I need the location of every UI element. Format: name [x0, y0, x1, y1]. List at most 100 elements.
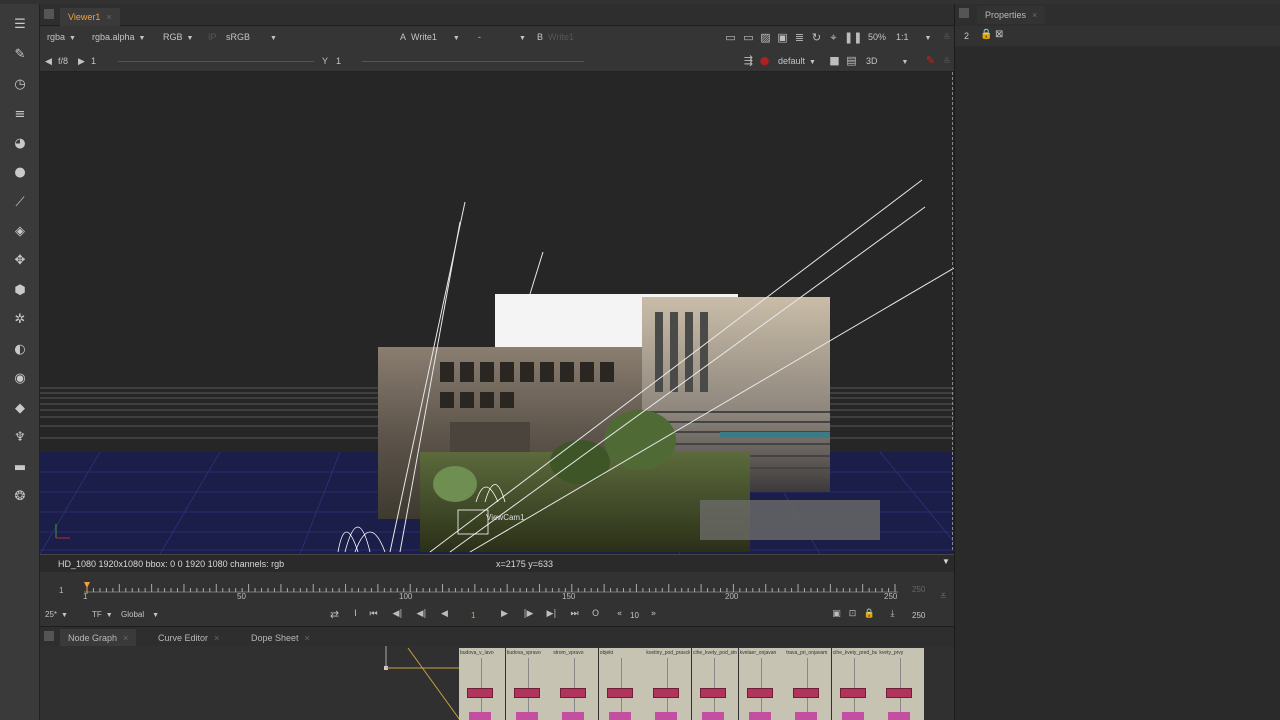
clear-properties-icon[interactable]: ⊠	[995, 29, 1003, 40]
node-backdrop[interactable]: trava_pri_onjavam	[785, 648, 832, 720]
alpha-dropdown[interactable]: rgba.alpha ▼	[92, 30, 145, 44]
node-backdrop[interactable]: kvetiny_pod_prasckoulka	[645, 648, 692, 720]
tab-dope-sheet[interactable]: Dope Sheet ×	[243, 629, 318, 647]
first-frame-icon[interactable]: ⏮	[367, 608, 380, 621]
draw-tool-icon[interactable]: ✎	[10, 44, 30, 64]
node-backdrop[interactable]: cihe_kvety_pod_stromami	[692, 648, 738, 720]
playhead-icon[interactable]	[84, 582, 90, 588]
node[interactable]	[702, 712, 724, 720]
gamma-value[interactable]: 1	[336, 54, 341, 68]
node[interactable]	[513, 688, 540, 698]
node[interactable]	[888, 712, 911, 720]
viewer-menu-icon[interactable]: ≚	[943, 30, 951, 44]
step-forward-icon[interactable]: »	[647, 608, 660, 621]
scope-dropdown[interactable]: Global ▼	[121, 608, 159, 622]
wipe-dropdown[interactable]: - ▼	[478, 30, 526, 44]
input-a-dropdown[interactable]: A Write1 ▼	[400, 30, 460, 44]
gain-slider[interactable]	[118, 58, 314, 62]
clip-warning-icon[interactable]: ●	[758, 54, 771, 67]
fstop-right-icon[interactable]: ▶	[78, 54, 85, 68]
viewer-canvas[interactable]: ViewCam1	[40, 72, 954, 554]
step-back-icon[interactable]: «	[613, 608, 626, 621]
3d-tool-icon[interactable]: ⬢	[10, 280, 30, 300]
filter-tool-icon[interactable]: ●	[10, 162, 30, 182]
other-tool-icon[interactable]: ▬	[10, 457, 30, 477]
node[interactable]	[748, 712, 771, 720]
frame-ruler[interactable]	[84, 580, 898, 594]
display-dropdown[interactable]: RGB ▼	[163, 30, 193, 44]
toolsets-tool-icon[interactable]: ♆	[10, 427, 30, 447]
node-graph[interactable]: budova_v_lavo budova_vpravo strom_vpravo ob…	[40, 646, 954, 720]
node-backdrop[interactable]: strom_vpravo	[552, 648, 599, 720]
node[interactable]	[886, 688, 913, 698]
prev-key-icon[interactable]: ◀|	[391, 608, 404, 621]
pane-menu-icon[interactable]	[44, 631, 54, 641]
image-tool-icon[interactable]: ☰	[10, 14, 30, 34]
node[interactable]	[746, 688, 773, 698]
record-icon[interactable]: ⊡	[846, 608, 859, 621]
close-icon[interactable]: ×	[123, 633, 128, 643]
timeline-expand-icon[interactable]: ≚	[940, 592, 947, 601]
node-backdrop[interactable]: cihe_kvety_pred_budovou	[831, 648, 878, 720]
next-key-icon[interactable]: ▶|	[545, 608, 558, 621]
ratio-dropdown[interactable]: 1:1 ▼	[896, 30, 931, 44]
play-icon[interactable]: ▶	[498, 608, 511, 621]
node[interactable]	[467, 688, 493, 698]
particles-tool-icon[interactable]: ✲	[10, 309, 30, 329]
colorspace-dropdown[interactable]: sRGB ▼	[226, 30, 277, 44]
tab-node-graph[interactable]: Node Graph ×	[60, 629, 137, 647]
node[interactable]	[560, 688, 587, 698]
node[interactable]	[841, 712, 864, 720]
transform-tool-icon[interactable]: ✥	[10, 250, 30, 270]
gamma-slider[interactable]	[362, 58, 584, 62]
node[interactable]	[608, 712, 631, 720]
input-b-dropdown[interactable]: B Write1	[537, 30, 574, 44]
close-icon[interactable]: ×	[305, 633, 310, 643]
pane-menu-icon[interactable]	[44, 9, 54, 19]
pane-menu-icon[interactable]	[959, 8, 969, 18]
info-expand-icon[interactable]: ▼	[942, 557, 950, 566]
end-frame[interactable]: 250	[912, 609, 925, 623]
max-panels[interactable]: 2	[964, 31, 969, 41]
node[interactable]	[515, 712, 538, 720]
list-icon[interactable]: ≣	[793, 31, 806, 44]
lock-properties-icon[interactable]: 🔒	[980, 29, 992, 40]
roi-icon[interactable]: ▭	[724, 31, 737, 44]
viewer-expand-icon[interactable]: ≚	[943, 54, 951, 68]
pause-icon[interactable]: ❚❚	[844, 31, 862, 44]
node[interactable]	[655, 712, 678, 720]
lut-dropdown[interactable]: default ▼	[778, 54, 816, 68]
node-backdrop[interactable]: kvety_prvy	[878, 648, 925, 720]
lock-view-icon[interactable]: ▤	[845, 54, 858, 67]
merge-tool-icon[interactable]: ◈	[10, 221, 30, 241]
refresh-icon[interactable]: ↻	[810, 31, 823, 44]
node-backdrop[interactable]: kvetaer_onjavan	[738, 648, 785, 720]
zoom-dropdown[interactable]: 50%	[868, 30, 886, 44]
channels-dropdown[interactable]: rgba ▼	[47, 30, 76, 44]
current-frame[interactable]: 1	[471, 609, 475, 623]
last-frame-icon[interactable]: ⏭	[568, 608, 581, 621]
close-icon[interactable]: ×	[106, 12, 111, 22]
out-icon[interactable]: O	[589, 608, 602, 621]
views-tool-icon[interactable]: ◉	[10, 368, 30, 388]
node[interactable]	[606, 688, 633, 698]
tab-viewer1[interactable]: Viewer1 ×	[60, 8, 120, 26]
keyer-tool-icon[interactable]: ⟋	[10, 192, 30, 212]
node[interactable]	[653, 688, 680, 698]
lock-icon[interactable]: 🔒	[863, 608, 876, 621]
loop-icon[interactable]: ⇄	[328, 608, 341, 621]
overlay-icon[interactable]: ▣	[776, 31, 789, 44]
node[interactable]	[469, 712, 491, 720]
step-value[interactable]: 10	[630, 609, 639, 623]
tf-dropdown[interactable]: TF ▼	[92, 608, 113, 622]
close-icon[interactable]: ×	[214, 633, 219, 643]
tab-curve-editor[interactable]: Curve Editor ×	[150, 629, 227, 647]
node[interactable]	[700, 688, 726, 698]
node[interactable]	[795, 712, 818, 720]
node[interactable]	[839, 688, 866, 698]
deep-tool-icon[interactable]: ◐	[10, 339, 30, 359]
flipbook-icon[interactable]: ▣	[830, 608, 843, 621]
next-frame-icon[interactable]: |▶	[522, 608, 535, 621]
paint-icon[interactable]: ✎	[924, 54, 937, 67]
fstop-value[interactable]: f/8	[58, 54, 68, 68]
